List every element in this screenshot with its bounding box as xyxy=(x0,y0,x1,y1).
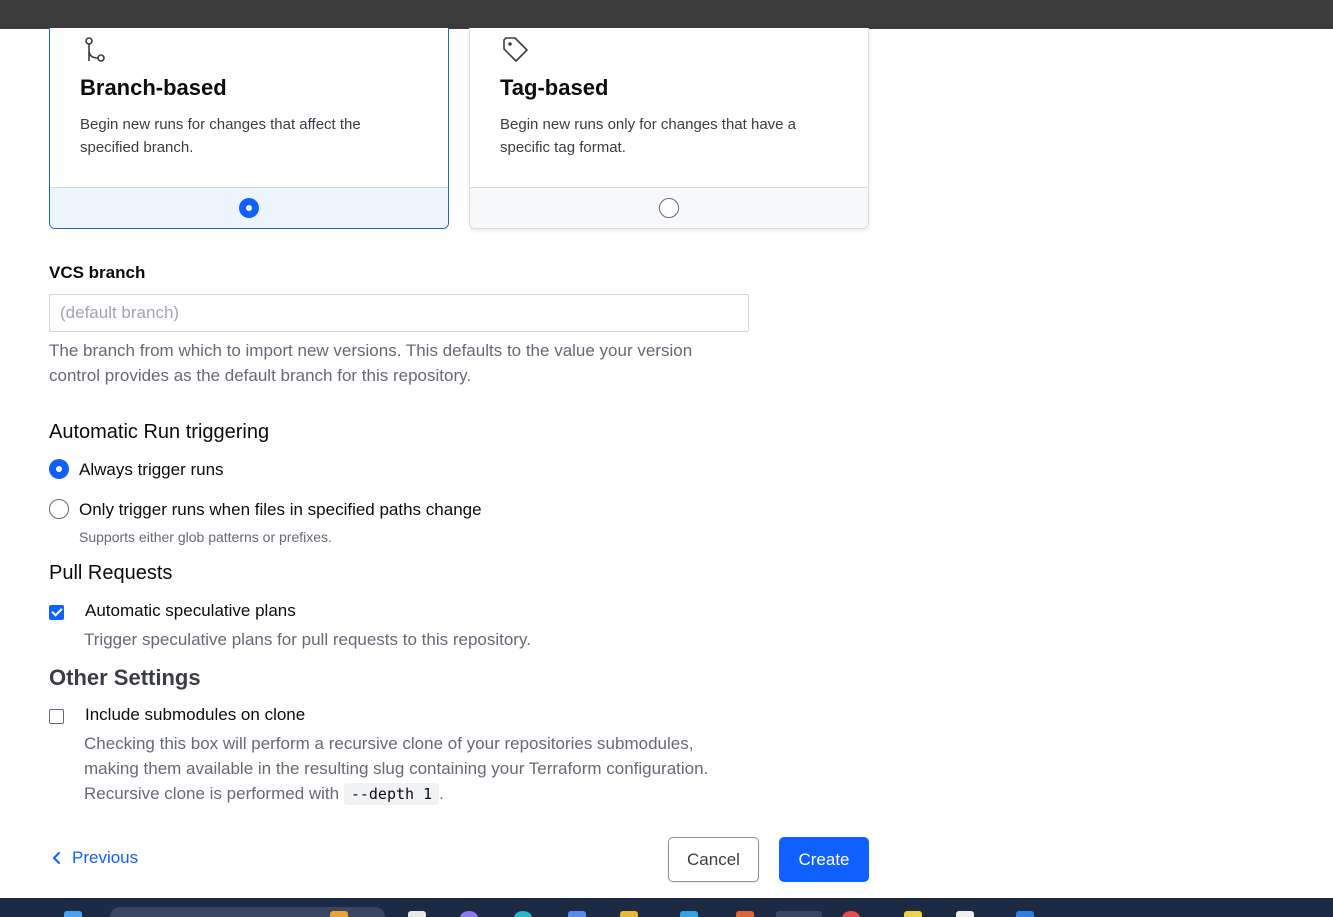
taskbar-app-icon[interactable] xyxy=(408,911,426,917)
vcs-branch-help: The branch from which to import new vers… xyxy=(49,341,693,385)
other-settings-heading: Other Settings xyxy=(49,665,201,690)
chevron-left-icon xyxy=(53,852,60,864)
submodules-help: Checking this box will perform a recursi… xyxy=(84,731,764,807)
taskbar-app-icon[interactable] xyxy=(620,911,638,917)
automatic-run-heading: Automatic Run triggering xyxy=(49,421,270,443)
path-trigger-label[interactable]: Only trigger runs when files in specifie… xyxy=(79,500,482,520)
pull-requests-heading: Pull Requests xyxy=(49,562,173,584)
vcs-branch-label: VCS branch xyxy=(49,263,146,282)
always-trigger-radio[interactable] xyxy=(49,459,69,479)
tag-icon xyxy=(503,37,528,62)
browser-top-bar xyxy=(0,0,1333,29)
path-trigger-radio[interactable] xyxy=(49,499,69,519)
submodules-checkbox[interactable] xyxy=(49,709,64,724)
submodules-help-line-3: Recursive clone is performed with --dept… xyxy=(84,781,764,807)
path-trigger-help: Supports either glob patterns or prefixe… xyxy=(79,529,332,545)
always-trigger-label[interactable]: Always trigger runs xyxy=(79,460,224,480)
speculative-plans-help: Trigger speculative plans for pull reque… xyxy=(84,630,531,649)
branch-based-title: Branch-based xyxy=(80,75,227,100)
windows-start-icon[interactable] xyxy=(64,911,82,917)
tag-based-description: Begin new runs only for changes that hav… xyxy=(500,116,797,156)
branch-based-radio-footer[interactable] xyxy=(50,187,448,228)
tag-based-card[interactable]: Tag-based Begin new runs only for change… xyxy=(469,28,869,229)
git-branch-icon xyxy=(85,37,105,62)
taskbar-app-icon[interactable] xyxy=(568,911,586,917)
create-button[interactable]: Create xyxy=(779,837,869,882)
speculative-plans-label[interactable]: Automatic speculative plans xyxy=(85,601,296,621)
taskbar-app-icon[interactable] xyxy=(842,911,860,917)
previous-label[interactable]: Previous xyxy=(72,848,138,868)
submodules-help-line-2: making them available in the resulting s… xyxy=(84,759,709,778)
taskbar-app-icon[interactable] xyxy=(514,911,532,917)
branch-based-card[interactable]: Branch-based Begin new runs for changes … xyxy=(49,28,449,229)
taskbar-app-icon[interactable] xyxy=(330,911,348,917)
os-taskbar xyxy=(0,898,1333,917)
submodules-help-line-1: Checking this box will perform a recursi… xyxy=(84,734,694,753)
submodules-help-suffix: . xyxy=(439,784,444,803)
previous-link[interactable]: Previous xyxy=(52,848,138,868)
taskbar-app-icon[interactable] xyxy=(904,911,922,917)
tag-based-radio-footer[interactable] xyxy=(470,187,868,228)
cancel-button[interactable]: Cancel xyxy=(668,837,759,882)
taskbar-active-app-icon[interactable] xyxy=(776,911,822,917)
vcs-branch-input[interactable] xyxy=(49,294,749,332)
tag-based-title: Tag-based xyxy=(500,75,609,100)
taskbar-app-icon[interactable] xyxy=(736,911,754,917)
taskbar-app-icon[interactable] xyxy=(1016,911,1034,917)
taskbar-app-icon[interactable] xyxy=(680,911,698,917)
depth-code: --depth 1 xyxy=(343,783,440,805)
taskbar-app-icon[interactable] xyxy=(956,911,974,917)
taskbar-app-icon[interactable] xyxy=(460,911,478,917)
speculative-plans-checkbox[interactable] xyxy=(49,605,64,620)
submodules-label[interactable]: Include submodules on clone xyxy=(85,705,305,725)
tag-based-radio[interactable] xyxy=(659,198,679,218)
branch-based-description: Begin new runs for changes that affect t… xyxy=(80,116,361,156)
branch-based-radio[interactable] xyxy=(239,198,259,218)
submodules-help-prefix: Recursive clone is performed with xyxy=(84,784,340,803)
